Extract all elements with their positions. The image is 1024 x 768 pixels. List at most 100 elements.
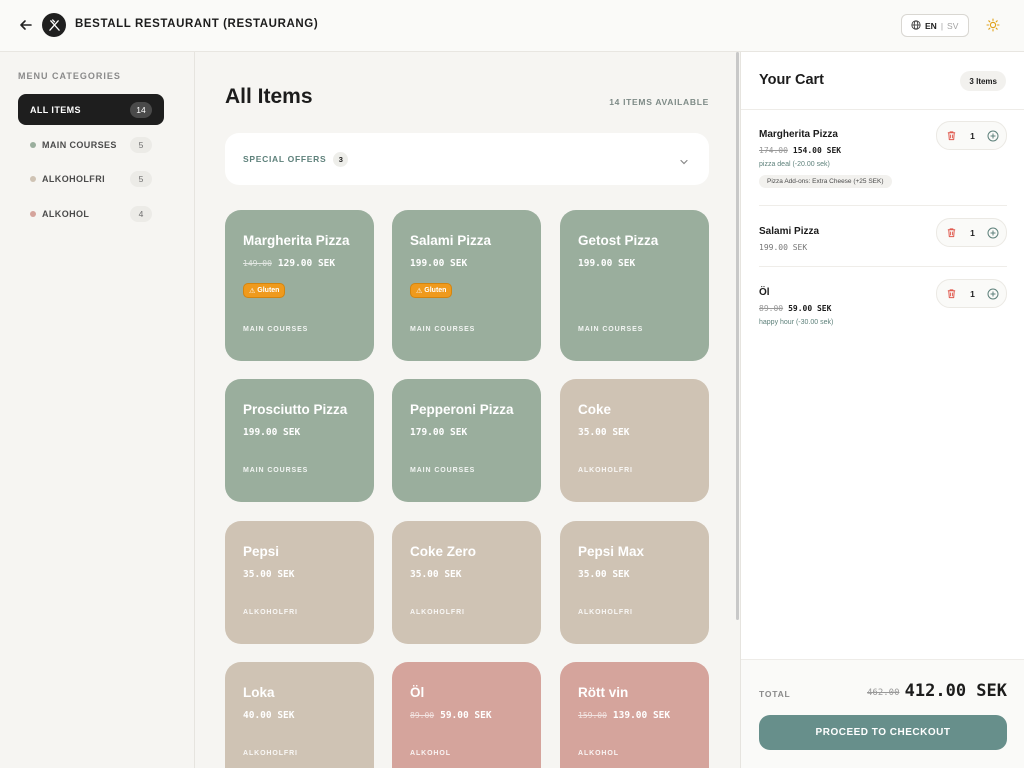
total-label: TOTAL — [759, 689, 791, 699]
category-label: ALL ITEMS — [30, 104, 81, 115]
category-dot — [30, 210, 36, 217]
trash-icon[interactable] — [945, 226, 958, 239]
divider — [759, 266, 1007, 267]
trash-icon[interactable] — [945, 129, 958, 142]
lang-separator: | — [940, 20, 944, 31]
menu-item-price: 35.00 SEK — [578, 569, 630, 580]
menu-item-name: Pepperoni Pizza — [410, 402, 514, 417]
language-switch[interactable]: EN | SV — [901, 14, 969, 37]
cart-footer: TOTAL 462.00 412.00 SEK PROCEED TO CHECK… — [741, 659, 1024, 768]
category-main-courses[interactable]: MAIN COURSES 5 — [18, 129, 164, 160]
category-dot — [30, 141, 36, 148]
arrow-left-icon[interactable] — [18, 17, 34, 33]
allergen-badge: ⚠ Gluten — [410, 283, 453, 298]
cart-item-count: 3 Items — [960, 71, 1006, 91]
menu-item-card[interactable]: Coke Zero 35.00 SEK ALKOHOLFRI — [392, 521, 541, 644]
category-label: MAIN COURSES — [42, 139, 117, 150]
cart-item-old-price: 174.00 — [759, 146, 788, 155]
menu-item-name: Coke — [578, 402, 612, 417]
menu-item-card[interactable]: Getost Pizza 199.00 SEK MAIN COURSES — [560, 210, 709, 361]
total-old-price: 462.00 — [867, 688, 900, 698]
menu-item-price-row: 89.00 59.00 SEK — [410, 710, 492, 721]
menu-item-name: Pepsi — [243, 544, 280, 559]
menu-item-category: ALKOHOLFRI — [578, 467, 633, 474]
menu-item-name: Loka — [243, 685, 275, 700]
category-alkoholfri[interactable]: ALKOHOLFRI 5 — [18, 163, 164, 194]
lang-sv-option[interactable]: SV — [947, 21, 958, 31]
category-label: ALKOHOLFRI — [42, 173, 105, 184]
sidebar-title: MENU CATEGORIES — [18, 71, 121, 81]
menu-item-card[interactable]: Margherita Pizza 149.00 129.00 SEK ⚠ Gluten M… — [225, 210, 374, 361]
cart-item-deal: pizza deal (-20.00 sek) — [759, 161, 830, 168]
cart-item-deal: happy hour (-30.00 sek) — [759, 319, 834, 326]
menu-item-card[interactable]: Salami Pizza 199.00 SEK ⚠ Gluten MAIN COURSE… — [392, 210, 541, 361]
menu-item-name: Salami Pizza — [410, 233, 492, 248]
menu-item-price: 129.00 SEK — [277, 258, 336, 269]
main-scrollbar[interactable] — [736, 52, 739, 620]
chevron-down-icon — [679, 154, 689, 165]
category-dot — [30, 175, 36, 182]
trash-icon[interactable] — [945, 287, 958, 300]
menu-item-price: 35.00 SEK — [578, 427, 630, 438]
menu-item-price-row: 179.00 SEK — [410, 427, 467, 438]
menu-item-card[interactable]: Prosciutto Pizza 199.00 SEK MAIN COURSES — [225, 379, 374, 502]
cart-panel: Your Cart 3 Items Margherita Pizza 174.0… — [740, 52, 1024, 768]
menu-item-card[interactable]: Pepperoni Pizza 179.00 SEK MAIN COURSES — [392, 379, 541, 502]
menu-item-card[interactable]: Coke 35.00 SEK ALKOHOLFRI — [560, 379, 709, 502]
menu-item-price-row: 35.00 SEK — [578, 427, 629, 438]
menu-item-price: 40.00 SEK — [243, 710, 295, 721]
warning-icon: ⚠ — [249, 287, 256, 295]
category-count: 5 — [130, 136, 152, 153]
menu-item-name: Margherita Pizza — [243, 233, 350, 248]
menu-item-price: 199.00 SEK — [410, 258, 468, 269]
menu-item-card[interactable]: Öl 89.00 59.00 SEK ALKOHOL — [392, 662, 541, 768]
menu-item-category: ALKOHOLFRI — [410, 609, 465, 616]
category-alkohol[interactable]: ALKOHOL 4 — [18, 198, 164, 229]
menu-item-price-row: 35.00 SEK — [578, 569, 629, 580]
menu-item-card[interactable]: Pepsi 35.00 SEK ALKOHOLFRI — [225, 521, 374, 644]
quantity-stepper: 1 — [936, 121, 1007, 150]
menu-item-old-price: 149.00 — [243, 259, 272, 268]
cart-item: Öl 89.00 59.00 SEK happy hour (-30.00 se… — [759, 279, 1007, 326]
plus-circle-icon[interactable] — [987, 287, 1000, 300]
globe-icon — [911, 19, 921, 32]
menu-item-card[interactable]: Loka 40.00 SEK ALKOHOLFRI — [225, 662, 374, 768]
menu-item-price-row: 199.00 SEK — [243, 427, 300, 438]
cart-item: Salami Pizza 199.00 SEK 1 — [759, 218, 1007, 252]
menu-item-price-row: 35.00 SEK — [243, 569, 294, 580]
menu-item-price-row: 199.00 SEK — [410, 258, 467, 269]
menu-item-price: 179.00 SEK — [410, 427, 468, 438]
special-offers-toggle[interactable]: SPECIAL OFFERS 3 — [225, 133, 709, 185]
plus-circle-icon[interactable] — [987, 129, 1000, 142]
menu-item-category: MAIN COURSES — [410, 326, 476, 333]
menu-item-category: MAIN COURSES — [578, 326, 644, 333]
menu-item-category: MAIN COURSES — [410, 467, 476, 474]
category-count: 14 — [130, 101, 152, 118]
menu-item-name: Pepsi Max — [578, 544, 645, 559]
menu-item-name: Coke Zero — [410, 544, 477, 559]
lang-en-option[interactable]: EN — [925, 21, 937, 31]
menu-item-price: 35.00 SEK — [243, 569, 295, 580]
menu-item-old-price: 89.00 — [410, 711, 435, 720]
menu-item-category: ALKOHOLFRI — [578, 609, 633, 616]
menu-item-category: ALKOHOL — [578, 750, 619, 757]
allergen-badge: ⚠ Gluten — [243, 283, 286, 298]
proceed-to-checkout-button[interactable]: PROCEED TO CHECKOUT — [759, 715, 1007, 750]
category-all-items[interactable]: ALL ITEMS 14 — [18, 94, 164, 125]
menu-item-price: 199.00 SEK — [243, 427, 301, 438]
page-title: All Items — [225, 85, 313, 108]
cart-title: Your Cart — [759, 72, 824, 88]
total-price: 412.00 SEK — [904, 681, 1007, 701]
sun-icon[interactable] — [984, 16, 1002, 34]
app-header: BESTALL RESTAURANT (RESTAURANG) EN | SV — [0, 0, 1024, 52]
quantity-stepper: 1 — [936, 218, 1007, 247]
plus-circle-icon[interactable] — [987, 226, 1000, 239]
quantity-stepper: 1 — [936, 279, 1007, 308]
menu-item-card[interactable]: Pepsi Max 35.00 SEK ALKOHOLFRI — [560, 521, 709, 644]
quantity-value: 1 — [970, 130, 975, 141]
menu-item-price-row: 35.00 SEK — [410, 569, 461, 580]
quantity-value: 1 — [970, 227, 975, 238]
menu-item-card[interactable]: Rött vin 159.00 139.00 SEK ALKOHOL — [560, 662, 709, 768]
fork-knife-logo-icon — [42, 13, 66, 37]
menu-item-price: 35.00 SEK — [410, 569, 462, 580]
